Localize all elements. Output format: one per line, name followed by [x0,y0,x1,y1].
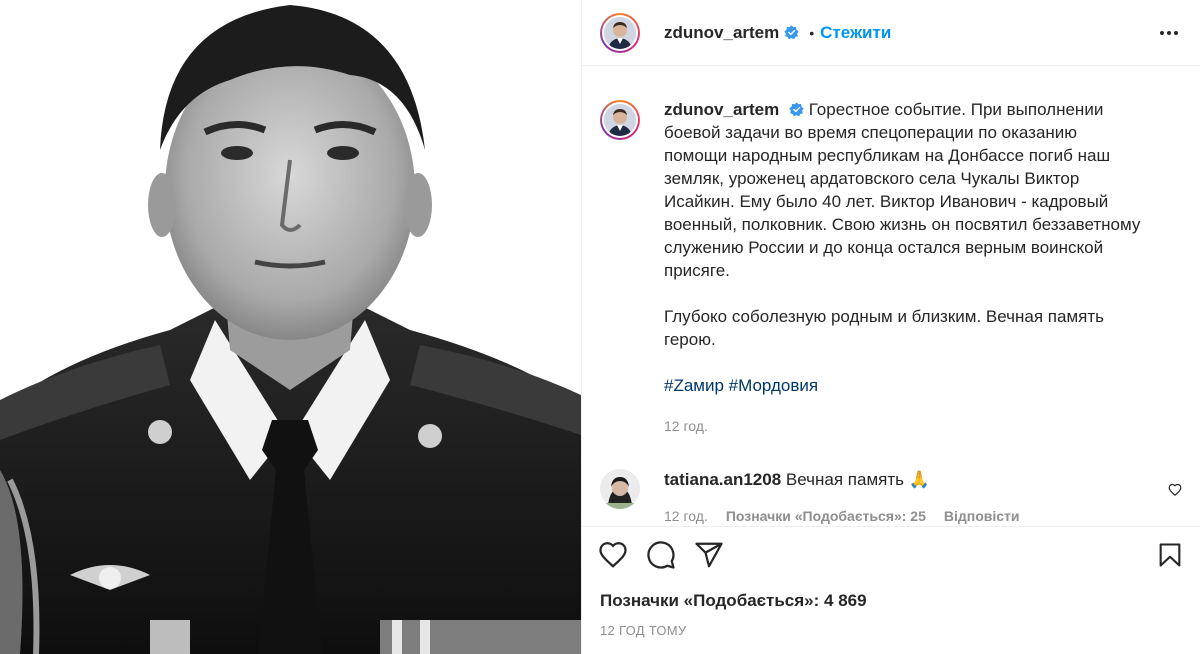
share-icon [695,542,723,568]
follow-button[interactable]: Стежити [820,23,891,43]
more-options-icon[interactable] [1154,25,1184,41]
comment-likes[interactable]: Позначки «Подобається»: 25 [726,505,926,526]
comment-item: tatiana.an1208 Вечная память 🙏 12 год. П… [600,468,1182,526]
caption-paragraph: zdunov_artem Горестное событие. При выпо… [664,98,1144,282]
portrait-photo [0,0,581,654]
verified-badge-icon [789,102,804,117]
caption-body: zdunov_artem Горестное событие. При выпо… [664,98,1144,438]
comment-button[interactable] [646,540,676,570]
comment-time[interactable]: 12 год. [664,505,708,526]
post-container: zdunov_artem • Стежити zdunov_artem Горе… [0,0,1200,654]
like-button[interactable] [598,540,628,570]
comments-section[interactable]: zdunov_artem Горестное событие. При выпо… [582,66,1200,527]
caption-text: Горестное событие. При выполнении боевой… [664,100,1146,280]
save-button[interactable] [1156,540,1184,570]
commenter-username[interactable]: tatiana.an1208 [664,470,781,489]
share-button[interactable] [694,540,724,570]
caption-text-2: Глубоко соболезную родным и близким. Веч… [664,307,1109,349]
caption-hashtags: #Zамир #Мордовия [664,374,1144,397]
heart-icon [599,542,627,568]
posted-time[interactable]: 12 ГОД ТОМУ [582,623,1200,638]
bookmark-icon [1159,543,1181,567]
author-avatar[interactable] [600,12,640,53]
post-side-panel: zdunov_artem • Стежити zdunov_artem Горе… [582,0,1200,654]
header-separator: • [809,24,815,41]
comment-meta: 12 год. Позначки «Подобається»: 25 Відпо… [664,505,1144,526]
likes-count[interactable]: Позначки «Подобається»: 4 869 [582,591,1200,611]
post-header: zdunov_artem • Стежити [582,0,1200,66]
comment-body: tatiana.an1208 Вечная память 🙏 12 год. П… [664,468,1144,526]
author-username[interactable]: zdunov_artem [664,23,779,43]
reply-button[interactable]: Відповісти [944,505,1020,526]
comment-text: Вечная память 🙏 [785,470,930,489]
comment-icon [647,541,675,569]
post-actions [582,527,1200,583]
heart-icon[interactable] [1168,483,1182,497]
hashtag-link[interactable]: #Zамир [664,376,724,395]
hashtag-link[interactable]: #Мордовия [729,376,818,395]
caption-time[interactable]: 12 год. [664,415,1144,438]
post-photo[interactable] [0,0,582,654]
verified-badge-icon [784,25,799,40]
caption-author-avatar[interactable] [600,100,640,140]
caption-username[interactable]: zdunov_artem [664,100,779,119]
commenter-avatar[interactable] [600,469,640,509]
post-caption: zdunov_artem Горестное событие. При выпо… [600,98,1182,438]
